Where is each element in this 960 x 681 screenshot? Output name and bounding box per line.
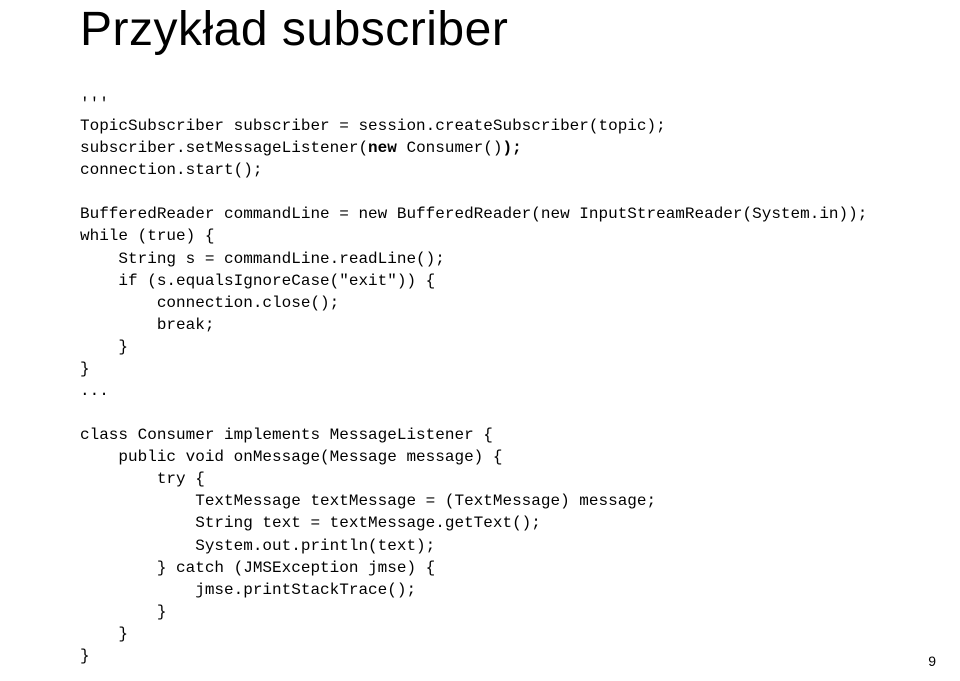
code-line: TopicSubscriber subscriber = session.cre… (80, 117, 666, 135)
code-line: } (80, 647, 90, 665)
slide-page: Przykład subscriber ''' TopicSubscriber … (0, 0, 960, 681)
code-line: connection.close(); (80, 294, 339, 312)
page-title: Przykład subscriber (80, 0, 900, 57)
code-line: jmse.printStackTrace(); (80, 581, 416, 599)
code-line: TextMessage textMessage = (TextMessage) … (80, 492, 656, 510)
code-line: try { (80, 470, 205, 488)
code-line: String s = commandLine.readLine(); (80, 250, 445, 268)
code-line: class Consumer implements MessageListene… (80, 426, 493, 444)
page-number: 9 (928, 653, 936, 669)
code-line: String text = textMessage.getText(); (80, 514, 541, 532)
code-line: } (80, 360, 90, 378)
code-line: } catch (JMSException jmse) { (80, 559, 435, 577)
code-line: public void onMessage(Message message) { (80, 448, 502, 466)
code-line: while (true) { (80, 227, 214, 245)
code-line: break; (80, 316, 214, 334)
code-line: BufferedReader commandLine = new Buffere… (80, 205, 867, 223)
code-line: subscriber.setMessageListener( (80, 139, 368, 157)
code-line: ''' (80, 95, 109, 113)
code-keyword: new (368, 139, 397, 157)
code-line: } (80, 603, 166, 621)
code-line: connection.start(); (80, 161, 262, 179)
code-line: } (80, 338, 128, 356)
code-line: if (s.equalsIgnoreCase("exit")) { (80, 272, 435, 290)
code-line: System.out.println(text); (80, 537, 435, 555)
code-line: Consumer() (397, 139, 503, 157)
code-paren: ); (502, 139, 521, 157)
code-block: ''' TopicSubscriber subscriber = session… (80, 93, 900, 667)
code-line: } (80, 625, 128, 643)
code-line: ... (80, 382, 109, 400)
